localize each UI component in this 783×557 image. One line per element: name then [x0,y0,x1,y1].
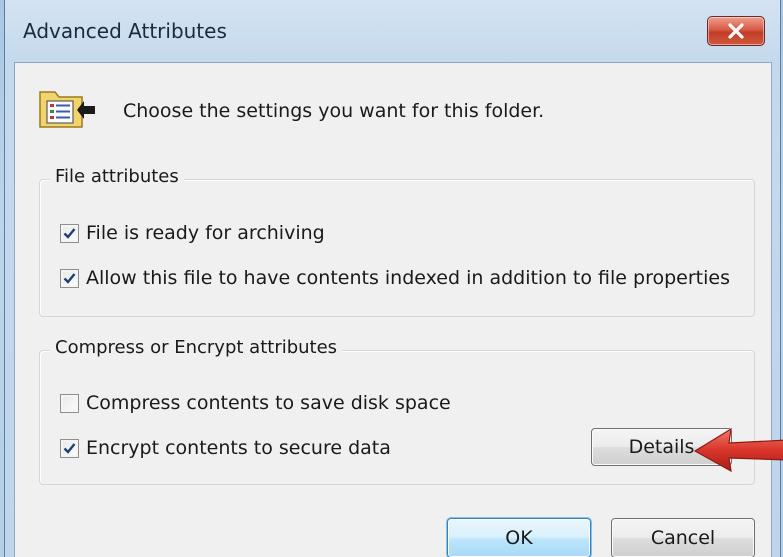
close-button[interactable] [707,16,765,46]
encrypt-checkbox[interactable] [60,438,79,458]
encrypt-checkbox-label: Encrypt contents to secure data [86,437,391,459]
archive-checkbox-row[interactable]: File is ready for archiving [60,222,325,244]
ok-button[interactable]: OK [447,518,591,557]
compress-checkbox-row[interactable]: Compress contents to save disk space [60,392,451,414]
compress-checkbox-label: Compress contents to save disk space [86,392,451,414]
header-description: Choose the settings you want for this fo… [123,100,545,122]
red-arrow-icon [693,427,783,473]
checkmark-icon [63,227,76,239]
archive-checkbox-label: File is ready for archiving [86,222,325,244]
folder-properties-icon [39,91,95,128]
dialog-window: Advanced Attributes Choose the settings … [4,0,783,557]
archive-checkbox[interactable] [60,223,79,243]
index-checkbox-row[interactable]: Allow this file to have contents indexed… [60,267,730,289]
file-attributes-label: File attributes [50,166,184,187]
title-bar[interactable]: Advanced Attributes [5,0,780,62]
file-attributes-group: File attributes File is ready for archiv… [39,166,755,317]
dialog-body: Choose the settings you want for this fo… [14,62,772,557]
index-checkbox[interactable] [60,268,79,288]
compress-checkbox[interactable] [60,393,79,413]
compress-encrypt-label: Compress or Encrypt attributes [50,337,343,358]
encrypt-checkbox-row[interactable]: Encrypt contents to secure data [60,437,391,459]
cancel-button[interactable]: Cancel [611,518,755,557]
checkmark-icon [63,272,76,284]
close-icon [728,23,744,39]
index-checkbox-label: Allow this file to have contents indexed… [86,267,730,289]
checkmark-icon [63,442,76,454]
window-title: Advanced Attributes [23,19,227,43]
